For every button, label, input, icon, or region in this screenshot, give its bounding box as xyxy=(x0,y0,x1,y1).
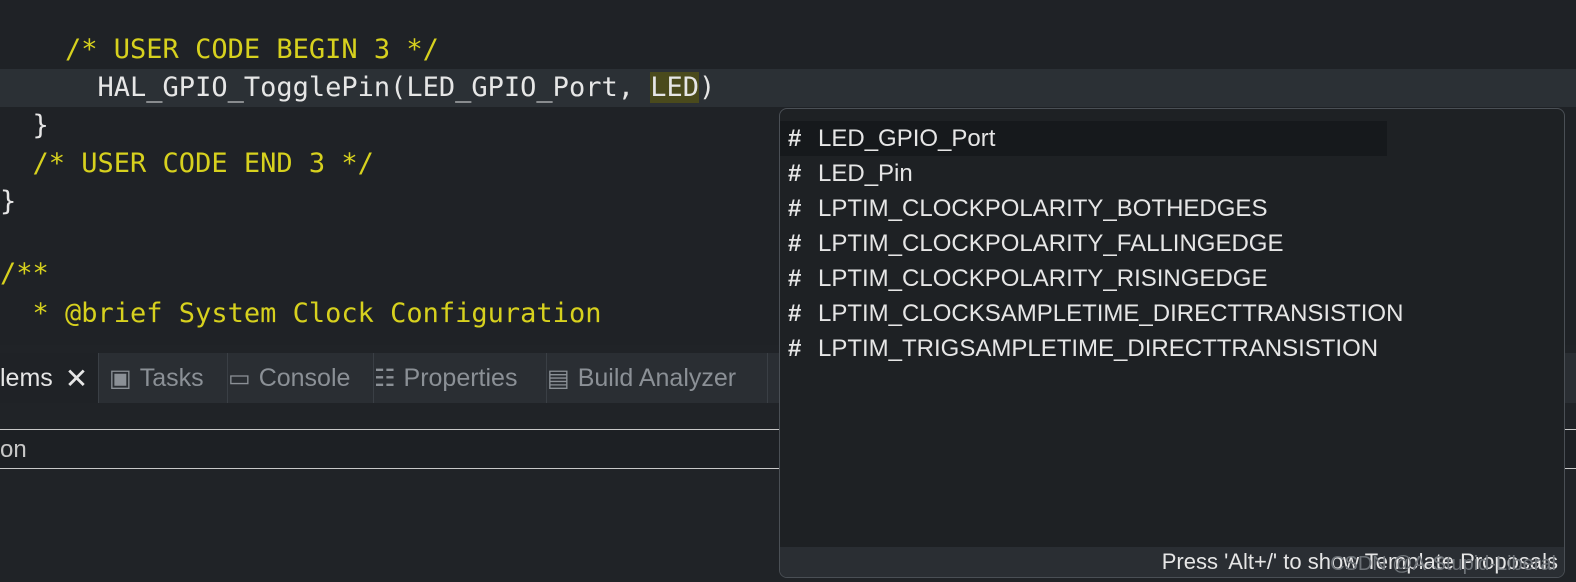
tab-build-analyzer[interactable]: ▤ Build Analyzer xyxy=(537,353,768,403)
macro-icon: # xyxy=(788,265,802,292)
proposal-label: LED_Pin xyxy=(818,160,913,187)
code-line-7: /** xyxy=(0,258,49,289)
code-text: ) xyxy=(699,72,716,103)
proposal-label: LPTIM_CLOCKSAMPLETIME_DIRECTTRANSISTION xyxy=(818,300,1404,327)
tab-console[interactable]: ▭ Console xyxy=(218,353,374,403)
macro-icon: # xyxy=(788,335,802,362)
code-line-2: HAL_GPIO_TogglePin(LED_GPIO_Port, LED) xyxy=(0,69,715,107)
tab-label: Tasks xyxy=(139,363,204,392)
monitor-icon: ▭ xyxy=(228,364,251,392)
watermark: CSDN @A-Stupid-Liberal xyxy=(1330,553,1556,575)
proposal-item[interactable]: # LPTIM_CLOCKPOLARITY_FALLINGEDGE xyxy=(780,226,1283,261)
tab-label: lems xyxy=(0,363,53,392)
tab-label: Console xyxy=(258,363,351,392)
proposal-item[interactable]: # LED_GPIO_Port xyxy=(780,121,1387,156)
code-text: HAL_GPIO_TogglePin(LED_GPIO_Port, xyxy=(0,72,651,103)
tab-label: Properties xyxy=(403,363,518,392)
proposal-item[interactable]: # LED_Pin xyxy=(780,156,913,191)
code-line-8: * @brief System Clock Configuration xyxy=(0,298,602,329)
properties-icon: ☷ xyxy=(374,364,396,392)
proposal-label: LPTIM_CLOCKPOLARITY_RISINGEDGE xyxy=(818,265,1268,292)
proposal-item[interactable]: # LPTIM_CLOCKSAMPLETIME_DIRECTTRANSISTION xyxy=(780,296,1403,331)
proposal-item[interactable]: # LPTIM_CLOCKPOLARITY_RISINGEDGE xyxy=(780,261,1267,296)
proposal-label: LPTIM_TRIGSAMPLETIME_DIRECTTRANSISTION xyxy=(818,335,1379,362)
proposal-label: LPTIM_CLOCKPOLARITY_FALLINGEDGE xyxy=(818,230,1284,257)
proposal-item[interactable]: # LPTIM_CLOCKPOLARITY_BOTHEDGES xyxy=(780,191,1267,226)
macro-icon: # xyxy=(788,300,802,327)
macro-icon: # xyxy=(788,160,802,187)
code-line-3: } xyxy=(0,110,49,141)
macro-icon: # xyxy=(788,195,802,222)
macro-icon: # xyxy=(788,230,802,257)
clipboard-icon: ▣ xyxy=(109,364,132,392)
column-header: on xyxy=(0,436,27,463)
content-assist-popup: # LED_GPIO_Port # LED_Pin # LPTIM_CLOCKPOLA… xyxy=(779,108,1565,578)
highlighted-identifier: LED xyxy=(650,72,699,103)
proposal-item[interactable]: # LPTIM_TRIGSAMPLETIME_DIRECTTRANSISTION xyxy=(780,331,1378,366)
file-icon: ▤ xyxy=(547,364,570,392)
tab-label: Build Analyzer xyxy=(577,363,737,392)
code-line-5: } xyxy=(0,186,17,217)
proposal-label: LED_GPIO_Port xyxy=(818,125,996,152)
code-line-1: /* USER CODE BEGIN 3 */ xyxy=(0,34,439,65)
proposal-label: LPTIM_CLOCKPOLARITY_BOTHEDGES xyxy=(818,195,1268,222)
macro-icon: # xyxy=(788,125,802,152)
tab-properties[interactable]: ☷ Properties xyxy=(364,353,547,403)
close-icon[interactable]: ✕ xyxy=(65,362,88,395)
code-line-4: /* USER CODE END 3 */ xyxy=(0,148,374,179)
tab-problems[interactable]: lems ✕ xyxy=(0,353,99,403)
tab-tasks[interactable]: ▣ Tasks xyxy=(99,353,228,403)
